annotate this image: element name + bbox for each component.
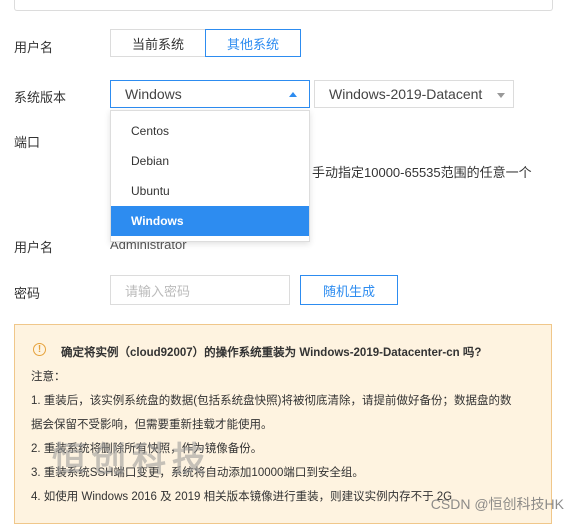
previous-panel-edge (14, 0, 553, 11)
system-type-label: 用户名 (14, 40, 54, 55)
dropdown-option-ubuntu[interactable]: Ubuntu (111, 176, 309, 206)
os-family-select[interactable]: Windows (110, 80, 310, 108)
warning-icon: ! (33, 343, 46, 356)
dropdown-option-debian[interactable]: Debian (111, 146, 309, 176)
password-placeholder: 请输入密码 (125, 283, 191, 299)
system-type-toggle: 当前系统 其他系统 (110, 29, 301, 57)
os-version-label: 系统版本 (14, 90, 67, 105)
warning-line-5: 4. 如使用 Windows 2016 及 2019 相关版本镜像进行重装，则建… (31, 491, 453, 503)
os-family-value: Windows (125, 86, 182, 102)
watermark-logo: 恒创科技 (52, 441, 212, 479)
port-label: 端口 (14, 135, 41, 150)
os-image-select[interactable]: Windows-2019-Datacent (314, 80, 514, 108)
tab-other-system[interactable]: 其他系统 (205, 29, 301, 57)
warning-line-2: 据会保留不受影响，但需要重新挂载才能使用。 (31, 419, 273, 431)
account-label: 用户名 (14, 240, 54, 255)
random-generate-button[interactable]: 随机生成 (300, 275, 398, 305)
os-family-dropdown: Centos Debian Ubuntu Windows (110, 110, 310, 242)
os-image-value: Windows-2019-Datacent (329, 86, 483, 102)
chevron-down-icon (497, 93, 505, 98)
dropdown-option-centos[interactable]: Centos (111, 116, 309, 146)
password-label: 密码 (14, 286, 41, 301)
port-hint: 手动指定10000-65535范围的任意一个 (312, 165, 532, 180)
warning-note-label: 注意： (31, 371, 66, 383)
tab-current-system[interactable]: 当前系统 (110, 29, 206, 57)
password-input[interactable]: 请输入密码 (110, 275, 290, 305)
warning-title: 确定将实例（cloud92007）的操作系统重装为 Windows-2019-D… (61, 347, 482, 359)
watermark-corner: CSDN @恒创科技HK (430, 496, 564, 512)
warning-line-1: 1. 重装后，该实例系统盘的数据(包括系统盘快照)将被彻底清除，请提前做好备份；… (31, 395, 512, 407)
chevron-up-icon (289, 92, 297, 97)
dropdown-option-windows[interactable]: Windows (111, 206, 309, 236)
